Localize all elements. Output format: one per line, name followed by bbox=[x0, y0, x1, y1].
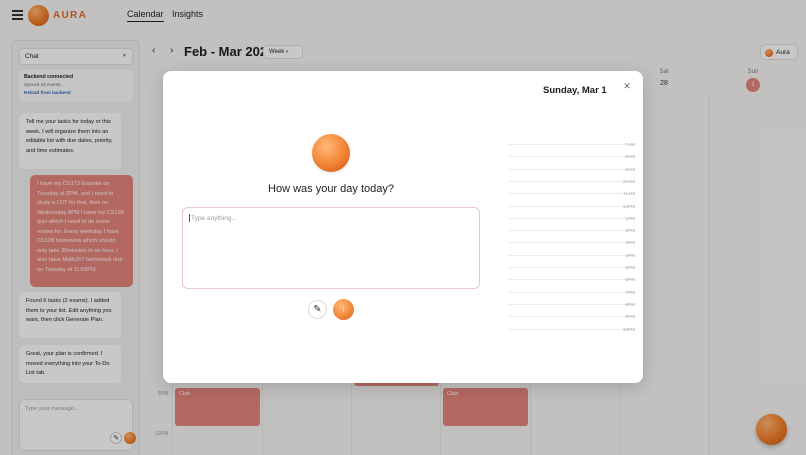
timeline-hour-label: 7PM bbox=[625, 289, 635, 295]
timeline-hour-label: 1PM bbox=[625, 215, 635, 221]
arrow-up-icon[interactable]: ↑ bbox=[333, 299, 354, 320]
timeline-hour-label: 8AM bbox=[625, 154, 635, 160]
daily-reflection-modal: Sunday, Mar 1 ✕ How was your day today? … bbox=[163, 71, 643, 383]
timeline-hour-label: 7AM bbox=[625, 142, 635, 147]
timeline-hour-label: 2PM bbox=[625, 228, 635, 234]
timeline-hour-label: 8PM bbox=[625, 301, 635, 307]
timeline-hour-label: 3PM bbox=[625, 240, 635, 246]
timeline-hour-label: 9PM bbox=[625, 314, 635, 320]
aura-orb-icon bbox=[312, 134, 350, 172]
timeline-hour-label: 4PM bbox=[625, 252, 635, 258]
timeline-hour-label: 9AM bbox=[625, 166, 635, 172]
modal-question: How was your day today? bbox=[268, 183, 394, 195]
modal-date: Sunday, Mar 1 bbox=[543, 85, 607, 96]
timeline-hour-label: 12PM bbox=[622, 203, 635, 209]
close-icon[interactable]: ✕ bbox=[622, 81, 632, 91]
reflection-input[interactable] bbox=[182, 207, 480, 289]
timeline-hour-label: 11AM bbox=[623, 191, 635, 197]
timeline-hour-label: 5PM bbox=[625, 265, 635, 270]
text-caret bbox=[189, 214, 190, 222]
timeline-hour-label: 10AM bbox=[622, 178, 635, 184]
timeline-hour-label: 10PM bbox=[622, 326, 635, 332]
pen-icon[interactable]: ✎ bbox=[308, 300, 327, 319]
timeline-hour-label: 6PM bbox=[625, 277, 635, 283]
